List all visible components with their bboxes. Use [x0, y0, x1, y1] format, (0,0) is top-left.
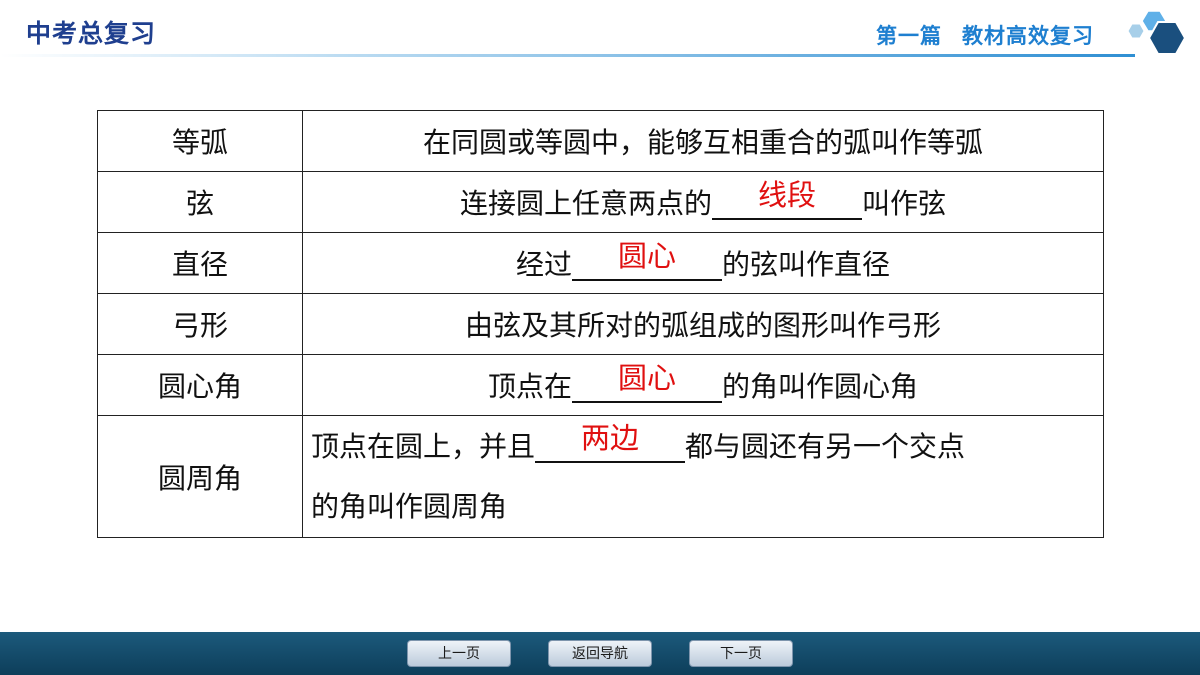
definition-text: 顶点在圆上，并且	[311, 429, 536, 463]
header-divider	[0, 54, 1135, 57]
next-page-button[interactable]: 下一页	[689, 640, 793, 667]
section-title: 第一篇 教材高效复习	[876, 20, 1094, 50]
answer-text: 圆心	[617, 239, 676, 273]
answer-blank: 线段	[712, 181, 862, 220]
section-part: 第一篇	[876, 24, 942, 48]
definition-text: 经过	[515, 248, 572, 281]
return-nav-button[interactable]: 返回导航	[548, 640, 652, 667]
term-cell: 直径	[97, 232, 303, 294]
definition-cell: 经过 圆心 的弦叫作直径	[302, 232, 1104, 294]
header: 中考总复习 第一篇 教材高效复习	[0, 0, 1200, 58]
definition-cell: 连接圆上任意两点的 线段 叫作弦	[302, 171, 1104, 233]
answer-text: 圆心	[617, 361, 676, 395]
footer-nav-bar: 上一页 返回导航 下一页	[0, 632, 1200, 675]
table-row: 圆心角 顶点在 圆心 的角叫作圆心角	[97, 354, 1104, 416]
term-cell: 弦	[97, 171, 303, 233]
term-cell: 圆心角	[97, 354, 303, 416]
term-cell: 弓形	[97, 293, 303, 355]
course-title: 中考总复习	[26, 19, 157, 48]
table-row: 弦 连接圆上任意两点的 线段 叫作弦	[97, 171, 1104, 233]
definition-text: 叫作弦	[862, 187, 947, 220]
term-cell: 圆周角	[97, 415, 303, 538]
definition-text: 顶点在	[487, 370, 572, 403]
answer-blank: 两边	[535, 423, 686, 463]
definition-text: 的弦叫作直径	[722, 248, 891, 281]
section-name: 教材高效复习	[962, 24, 1094, 48]
term-cell: 等弧	[97, 110, 303, 172]
hexagon-logo-icon	[1127, 10, 1187, 55]
definition-text: 的角叫作圆心角	[722, 370, 919, 403]
table-row: 直径 经过 圆心 的弦叫作直径	[97, 232, 1104, 294]
answer-blank: 圆心	[572, 242, 722, 281]
table-row: 弓形 由弦及其所对的弧组成的图形叫作弓形	[97, 293, 1104, 355]
definition-cell: 顶点在 圆心 的角叫作圆心角	[302, 354, 1104, 416]
table-row: 等弧 在同圆或等圆中，能够互相重合的弧叫作等弧	[97, 110, 1104, 172]
definition-text: 的角叫作圆周角	[311, 489, 508, 523]
answer-text: 线段	[757, 178, 816, 212]
definition-cell: 在同圆或等圆中，能够互相重合的弧叫作等弧	[302, 110, 1104, 172]
prev-page-button[interactable]: 上一页	[407, 640, 511, 667]
answer-text: 两边	[581, 420, 640, 455]
table-row: 圆周角 顶点在圆上，并且 两边 都与圆还有另一个交点的角叫作圆周角	[97, 415, 1104, 538]
definition-cell: 由弦及其所对的弧组成的图形叫作弓形	[302, 293, 1104, 355]
answer-blank: 圆心	[572, 364, 722, 403]
definition-cell: 顶点在圆上，并且 两边 都与圆还有另一个交点的角叫作圆周角	[302, 415, 1104, 538]
definition-text: 都与圆还有另一个交点	[685, 429, 966, 463]
definition-table: 等弧 在同圆或等圆中，能够互相重合的弧叫作等弧 弦 连接圆上任意两点的 线段 叫作弦…	[97, 110, 1104, 538]
definition-text: 连接圆上任意两点的	[459, 187, 712, 220]
